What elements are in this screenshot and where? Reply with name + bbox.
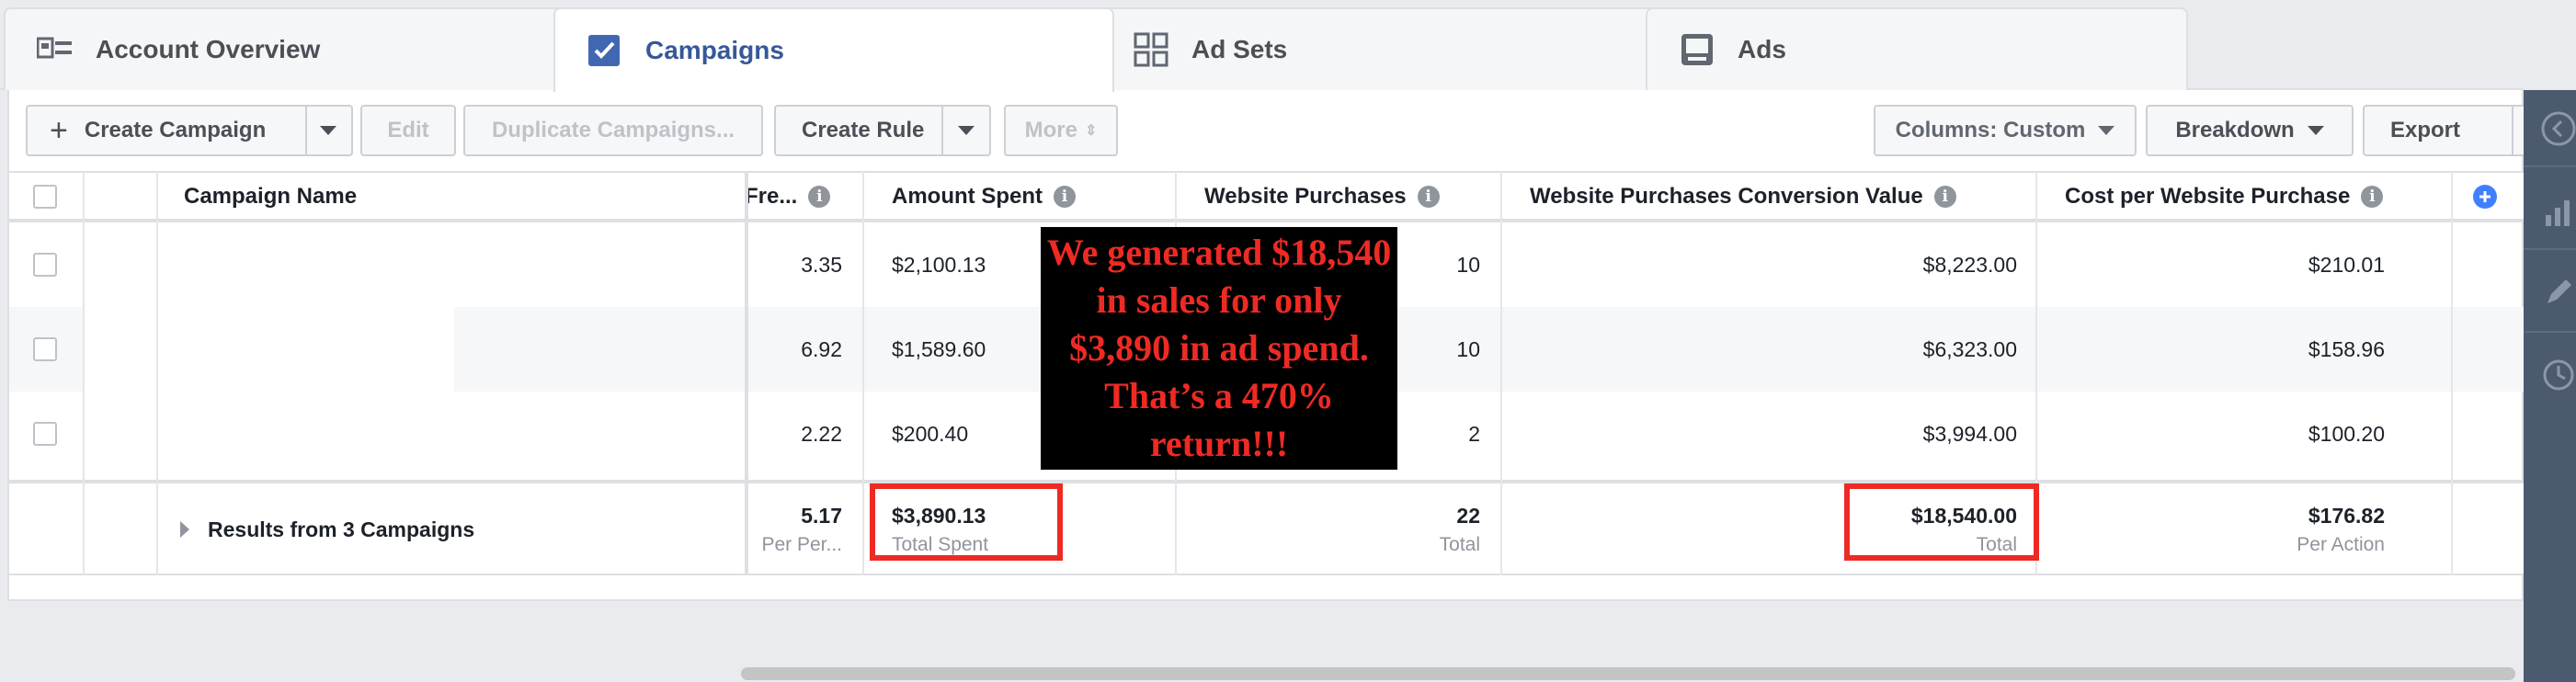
row-checkbox[interactable]: [33, 392, 57, 476]
add-column-icon[interactable]: [2473, 173, 2497, 221]
chevron-down-icon: [2307, 126, 2324, 135]
highlight-total-spent: [870, 483, 1063, 561]
rail-divider: [2524, 165, 2576, 167]
rail-divider: [2524, 331, 2576, 333]
totals-purchases: 22 Total: [1204, 483, 1480, 575]
totals-purchases-value: 22: [1456, 503, 1480, 528]
columns-label: Columns: Custom: [1895, 118, 2086, 142]
frequency-value: 6.92: [801, 336, 842, 361]
split-divider: [2512, 105, 2513, 156]
chevron-down-icon[interactable]: [320, 126, 336, 135]
tab-ads[interactable]: Ads: [1646, 7, 2188, 90]
tab-ad-sets[interactable]: Ad Sets: [1100, 7, 1660, 90]
totals-purchases-sub: Total: [1439, 533, 1480, 555]
breakdown-button[interactable]: Breakdown: [2146, 105, 2354, 156]
chevron-down-icon: [2098, 126, 2115, 135]
conversion-value: $6,323.00: [1922, 336, 2017, 361]
collapse-icon[interactable]: [2540, 110, 2576, 147]
cost-value: $210.01: [2308, 252, 2385, 277]
clock-icon[interactable]: [2540, 357, 2576, 393]
duplicate-label: Duplicate Campaigns...: [491, 118, 735, 142]
conversion-value: $3,994.00: [1922, 421, 2017, 446]
info-icon[interactable]: i: [1053, 186, 1076, 208]
cost-value: $158.96: [2308, 336, 2385, 361]
split-divider: [941, 105, 943, 156]
amount-spent-value: $200.40: [892, 421, 969, 446]
tab-label: Campaigns: [645, 36, 784, 64]
horizontal-scrollbar[interactable]: [741, 667, 2515, 680]
triangle-right-icon: [180, 521, 189, 538]
tab-bar: Account Overview Campaigns Ad Sets Ads: [0, 0, 2576, 92]
duplicate-campaigns-button[interactable]: Duplicate Campaigns...: [463, 105, 763, 156]
columns-button[interactable]: Columns: Custom: [1874, 105, 2137, 156]
totals-label: Results from 3 Campaigns: [208, 517, 475, 541]
create-rule-button[interactable]: Create Rule: [774, 105, 991, 156]
annotation-callout: We generated $18,540 in sales for only $…: [1041, 227, 1397, 470]
column-conversion-value[interactable]: Website Purchases Conversion Value i: [1530, 173, 1956, 221]
column-website-purchases[interactable]: Website Purchases i: [1204, 173, 1440, 221]
row-checkbox[interactable]: [33, 307, 57, 392]
ad-icon: [1679, 33, 1715, 66]
redacted-campaign-names: [83, 222, 454, 480]
tab-label: Account Overview: [96, 35, 321, 63]
rail-divider: [2524, 248, 2576, 250]
select-all-checkbox[interactable]: [33, 173, 57, 221]
column-campaign-name[interactable]: Campaign Name: [184, 173, 357, 221]
column-divider: [156, 171, 158, 575]
column-divider: [862, 171, 864, 575]
create-rule-label: Create Rule: [802, 118, 925, 142]
checkbox-icon: [587, 34, 623, 67]
create-campaign-label: Create Campaign: [84, 118, 267, 142]
edit-label: Edit: [387, 118, 429, 142]
column-amount-spent[interactable]: Amount Spent i: [892, 173, 1076, 221]
column-divider: [2451, 171, 2453, 575]
frozen-column-divider: [745, 171, 748, 575]
column-cost-per-purchase[interactable]: Cost per Website Purchase i: [2065, 173, 2384, 221]
edit-button[interactable]: Edit: [360, 105, 456, 156]
totals-frequency-value: 5.17: [801, 503, 842, 528]
column-frequency[interactable]: Fre... i: [745, 173, 831, 221]
split-divider: [305, 105, 307, 156]
frequency-value: 3.35: [801, 252, 842, 277]
tab-campaigns[interactable]: Campaigns: [553, 7, 1114, 92]
amount-spent-value: $2,100.13: [892, 252, 986, 277]
breakdown-label: Breakdown: [2175, 118, 2295, 142]
account-overview-icon: [37, 33, 74, 66]
totals-expander[interactable]: Results from 3 Campaigns: [180, 483, 474, 575]
info-icon[interactable]: i: [808, 186, 831, 208]
info-icon[interactable]: i: [1933, 186, 1956, 208]
totals-row: Results from 3 Campaigns 5.17 Per Per...…: [9, 480, 2524, 575]
totals-frequency: 5.17 Per Per...: [726, 483, 842, 575]
more-label: More: [1024, 118, 1077, 142]
totals-cost-value: $176.82: [2308, 503, 2385, 528]
more-button[interactable]: More ⇕: [1004, 105, 1118, 156]
totals-cost-sub: Per Action: [2297, 533, 2385, 555]
amount-spent-value: $1,589.60: [892, 336, 986, 361]
conversion-value: $8,223.00: [1922, 252, 2017, 277]
chevron-down-icon[interactable]: [958, 126, 975, 135]
row-checkbox[interactable]: [33, 222, 57, 307]
grid-icon: [1133, 32, 1169, 67]
totals-cost: $176.82 Per Action: [2065, 483, 2385, 575]
toolbar: + Create Campaign Edit Duplicate Campaig…: [9, 90, 2563, 171]
tab-label: Ads: [1738, 35, 1786, 63]
create-campaign-button[interactable]: + Create Campaign: [26, 105, 353, 156]
info-icon[interactable]: i: [2361, 186, 2384, 208]
tab-account-overview[interactable]: Account Overview: [4, 7, 564, 90]
plus-icon: +: [50, 113, 68, 148]
right-rail: [2524, 90, 2576, 682]
table-header: Campaign Name Fre... i Amount Spent i Webs…: [9, 171, 2524, 222]
frequency-value: 2.22: [801, 421, 842, 446]
info-icon[interactable]: i: [1417, 186, 1440, 208]
bar-chart-icon[interactable]: [2540, 193, 2576, 230]
sort-icon: ⇕: [1084, 123, 1098, 139]
tab-label: Ad Sets: [1191, 35, 1288, 63]
highlight-total-conversion-value: [1844, 483, 2039, 561]
totals-frequency-sub: Per Per...: [761, 533, 842, 555]
cost-value: $100.20: [2308, 421, 2385, 446]
column-divider: [83, 171, 85, 575]
export-label: Export: [2390, 118, 2461, 142]
column-divider: [1500, 171, 1502, 575]
pencil-icon[interactable]: [2540, 274, 2576, 311]
